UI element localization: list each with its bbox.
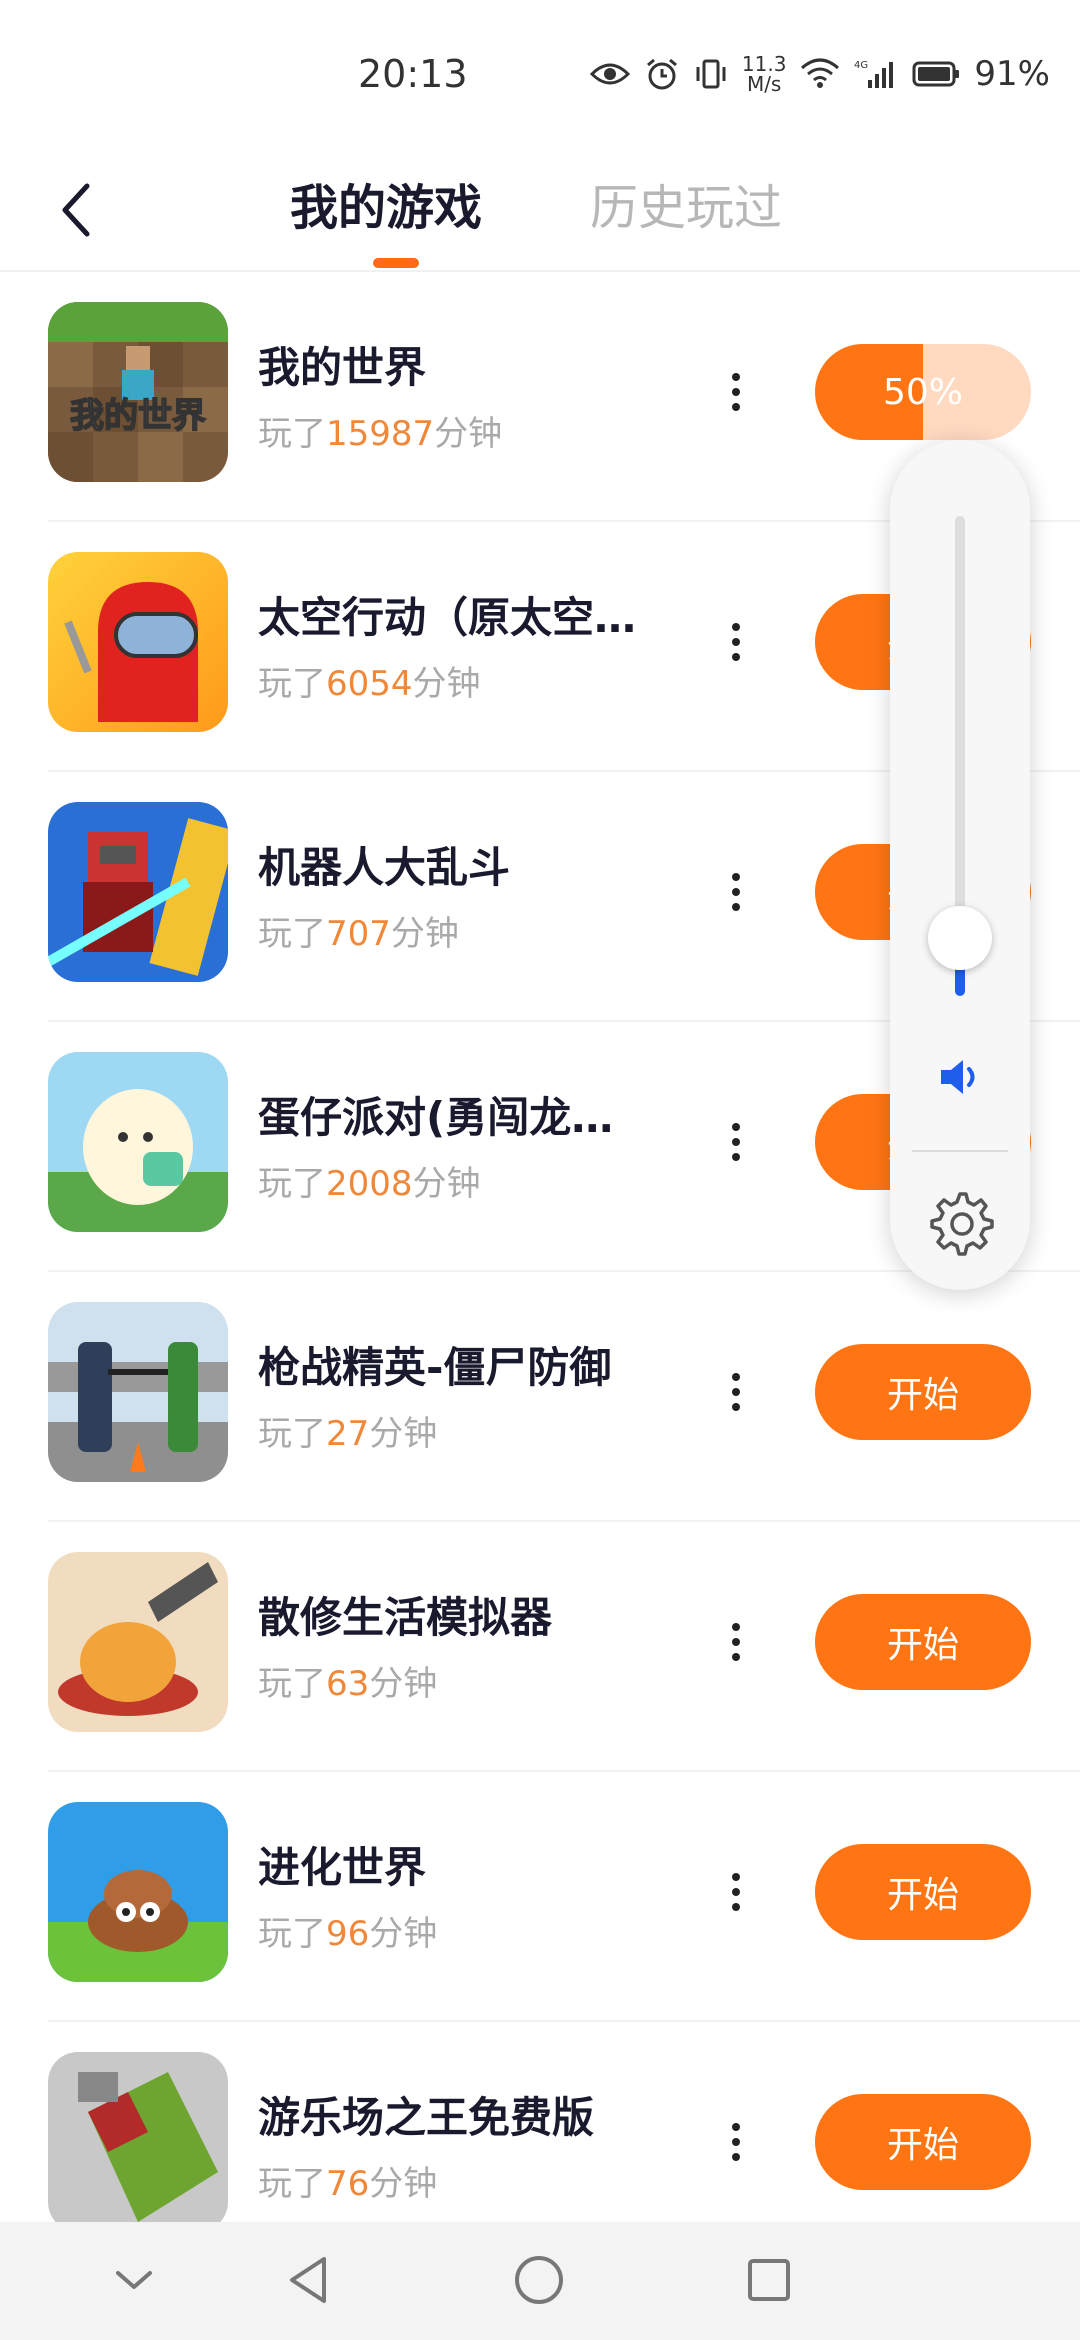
playtime-prefix: 玩了: [258, 1164, 326, 1204]
volume-panel: [890, 440, 1030, 1290]
game-icon-robot-brawl[interactable]: [48, 802, 228, 982]
playtime-minutes: 27: [326, 1414, 370, 1454]
game-icon-playground-king[interactable]: [48, 2052, 228, 2232]
back-button[interactable]: [40, 170, 110, 250]
game-playtime: 玩了2008分钟: [258, 1156, 481, 1205]
header: 我的游戏 历史玩过: [0, 150, 1080, 272]
playtime-suffix: 分钟: [434, 414, 503, 454]
more-options-icon[interactable]: [716, 1862, 756, 1922]
svg-text:4G: 4G: [854, 60, 868, 71]
playtime-minutes: 707: [326, 914, 391, 954]
vibrate-icon: [694, 57, 728, 91]
game-icon-among-us[interactable]: [48, 552, 228, 732]
net-speed-value: 11.3: [741, 52, 787, 76]
game-playtime: 玩了96分钟: [258, 1906, 437, 1955]
more-options-icon[interactable]: [716, 2112, 756, 2172]
game-row[interactable]: 枪战精英-僵尸防御 玩了27分钟 开始: [48, 1272, 1080, 1522]
playtime-suffix: 分钟: [369, 2164, 438, 2204]
eye-icon: [589, 60, 630, 88]
game-playtime: 玩了6054分钟: [258, 656, 481, 705]
playtime-suffix: 分钟: [369, 1664, 438, 1704]
more-options-icon[interactable]: [716, 1112, 756, 1172]
playtime-prefix: 玩了: [258, 1914, 326, 1954]
playtime-suffix: 分钟: [412, 1164, 481, 1204]
playtime-suffix: 分钟: [369, 1414, 438, 1454]
svg-text:我的世界: 我的世界: [70, 396, 206, 436]
collapse-icon[interactable]: [102, 2248, 166, 2312]
net-speed: 11.3 M/s: [742, 54, 787, 94]
playtime-prefix: 玩了: [258, 664, 326, 704]
game-name: 进化世界: [258, 1843, 427, 1892]
game-row[interactable]: 散修生活模拟器 玩了63分钟 开始: [48, 1522, 1080, 1772]
game-icon-minecraft[interactable]: 我的世界: [48, 302, 228, 482]
signal-4g-icon: 4G: [854, 58, 898, 90]
playtime-suffix: 分钟: [369, 1914, 438, 1954]
playtime-suffix: 分钟: [412, 664, 481, 704]
back-triangle-icon[interactable]: [277, 2248, 341, 2312]
settings-gear-icon[interactable]: [926, 1188, 994, 1256]
volume-divider: [912, 1150, 1008, 1152]
more-options-icon[interactable]: [716, 1612, 756, 1672]
status-time: 20:13: [358, 52, 468, 96]
game-name: 枪战精英-僵尸防御: [258, 1343, 612, 1392]
playtime-prefix: 玩了: [258, 914, 326, 954]
game-icon-cultivation-sim[interactable]: [48, 1552, 228, 1732]
game-playtime: 玩了76分钟: [258, 2156, 437, 2205]
game-name: 我的世界: [258, 343, 427, 392]
status-icons: 11.3 M/s 4G 91%: [589, 50, 1050, 98]
more-options-icon[interactable]: [716, 612, 756, 672]
playtime-minutes: 15987: [326, 414, 435, 454]
playtime-prefix: 玩了: [258, 2164, 326, 2204]
more-options-icon[interactable]: [716, 1362, 756, 1422]
playtime-prefix: 玩了: [258, 1414, 326, 1454]
playtime-suffix: 分钟: [390, 914, 459, 954]
download-progress-button[interactable]: 50%: [815, 344, 1031, 440]
alarm-icon: [644, 56, 680, 92]
game-name: 太空行动（原太空…: [258, 593, 637, 642]
system-nav-bar: [0, 2222, 1080, 2340]
home-circle-icon[interactable]: [507, 2248, 571, 2312]
game-icon-gun-elite[interactable]: [48, 1302, 228, 1482]
start-button[interactable]: 开始: [815, 1344, 1031, 1440]
playtime-minutes: 96: [326, 1914, 370, 1954]
game-playtime: 玩了707分钟: [258, 906, 459, 955]
tab-history[interactable]: 历史玩过: [590, 168, 782, 238]
game-name: 机器人大乱斗: [258, 843, 511, 892]
more-options-icon[interactable]: [716, 862, 756, 922]
game-name: 游乐场之王免费版: [258, 2093, 595, 2142]
playtime-minutes: 2008: [326, 1164, 413, 1204]
game-playtime: 玩了63分钟: [258, 1656, 437, 1705]
recents-square-icon[interactable]: [737, 2248, 801, 2312]
tab-indicator: [373, 258, 419, 268]
progress-label: 50%: [882, 371, 963, 413]
net-speed-unit: M/s: [746, 72, 782, 96]
playtime-minutes: 63: [326, 1664, 370, 1704]
game-icon-evolution-world[interactable]: [48, 1802, 228, 1982]
speaker-icon[interactable]: [935, 1052, 985, 1102]
wifi-icon: [800, 58, 840, 90]
playtime-minutes: 6054: [326, 664, 413, 704]
game-icon-eggy-party[interactable]: [48, 1052, 228, 1232]
tab-my-games[interactable]: 我的游戏: [290, 168, 482, 238]
status-bar: 20:13 11.3 M/s 4G 91%: [0, 0, 1080, 150]
start-button[interactable]: 开始: [815, 1594, 1031, 1690]
battery-percent: 91%: [974, 54, 1050, 94]
game-row[interactable]: 进化世界 玩了96分钟 开始: [48, 1772, 1080, 2022]
playtime-minutes: 76: [326, 2164, 370, 2204]
game-name: 蛋仔派对(勇闯龙…: [258, 1093, 614, 1142]
game-playtime: 玩了27分钟: [258, 1406, 437, 1455]
battery-icon: [912, 60, 960, 88]
playtime-prefix: 玩了: [258, 1664, 326, 1704]
playtime-prefix: 玩了: [258, 414, 326, 454]
more-options-icon[interactable]: [716, 362, 756, 422]
volume-slider-thumb[interactable]: [928, 906, 992, 971]
start-button[interactable]: 开始: [815, 1844, 1031, 1940]
start-button[interactable]: 开始: [815, 2094, 1031, 2190]
game-playtime: 玩了15987分钟: [258, 406, 502, 455]
chevron-left-icon: [62, 183, 90, 237]
game-name: 散修生活模拟器: [258, 1593, 553, 1642]
